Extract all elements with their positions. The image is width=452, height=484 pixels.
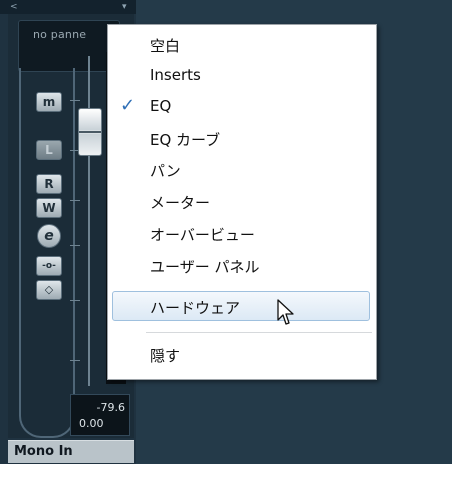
menu-separator [146,332,372,333]
bypass-button[interactable]: -o- [36,256,62,276]
link-button[interactable]: ◇ [36,280,62,300]
fader-frame [19,68,75,438]
chevron-down-icon[interactable]: ▾ [122,0,127,14]
menu-item-overview[interactable]: オーバービュー [108,218,376,248]
menu-item-label: 空白 [150,37,181,55]
mouse-pointer-icon [277,299,294,325]
menu-item-label: ユーザー パネル [150,258,260,276]
monitor-button[interactable]: m [36,92,62,112]
menu-item-label: パン [150,162,181,180]
fader-scale-tick [70,100,80,101]
menu-item-label: オーバービュー [150,226,255,244]
strip-top-bar: < ▾ [0,0,136,14]
pan-display-text: no panne [33,28,87,41]
menu-item-blank[interactable]: 空白 [108,29,376,59]
menu-item-hide[interactable]: 隠す [108,339,376,369]
menu-item-label: ハードウェア [150,299,241,317]
context-menu: 空白 Inserts ✓ EQ EQ カーブ パン メーター オーバービュー ユ… [107,24,377,380]
bottom-blank-area [0,464,452,484]
menu-item-label: 隠す [150,347,181,365]
fader-scale-tick [70,300,80,301]
menu-item-label: Inserts [150,66,201,84]
listen-button[interactable]: L [36,140,62,160]
menu-item-meter[interactable]: メーター [108,186,376,216]
menu-item-hardware[interactable]: ハードウェア [108,291,376,321]
edit-channel-button[interactable]: e [37,224,61,248]
level-readout[interactable]: -79.6 0.00 [70,394,130,436]
menu-item-eq[interactable]: ✓ EQ [108,91,376,121]
menu-item-inserts[interactable]: Inserts [108,60,376,90]
expand-left-icon[interactable]: < [10,0,18,14]
menu-item-label: メーター [150,194,211,212]
pan-display[interactable]: no panne [18,20,120,72]
menu-item-user-panel[interactable]: ユーザー パネル [108,250,376,280]
fader-scale-tick [70,360,80,361]
menu-item-pan[interactable]: パン [108,154,376,184]
fader-scale-tick [70,200,80,201]
menu-item-label: EQ [150,97,172,115]
fader-track [88,56,90,386]
read-automation-button[interactable]: R [36,174,62,194]
channel-name-field[interactable]: Mono In [8,440,134,463]
volume-value: 0.00 [79,417,104,430]
peak-level-value: -79.6 [96,401,125,414]
menu-item-label: EQ カーブ [150,131,221,149]
menu-item-eq-curve[interactable]: EQ カーブ [108,123,376,153]
write-automation-button[interactable]: W [36,198,62,218]
mixer-window: < ▾ no panne m L R W e -o- ◇ -79.6 0.00 … [0,0,452,484]
fader-scale-tick [70,245,80,246]
volume-fader-handle[interactable] [78,108,102,156]
checkmark-icon: ✓ [120,95,136,116]
